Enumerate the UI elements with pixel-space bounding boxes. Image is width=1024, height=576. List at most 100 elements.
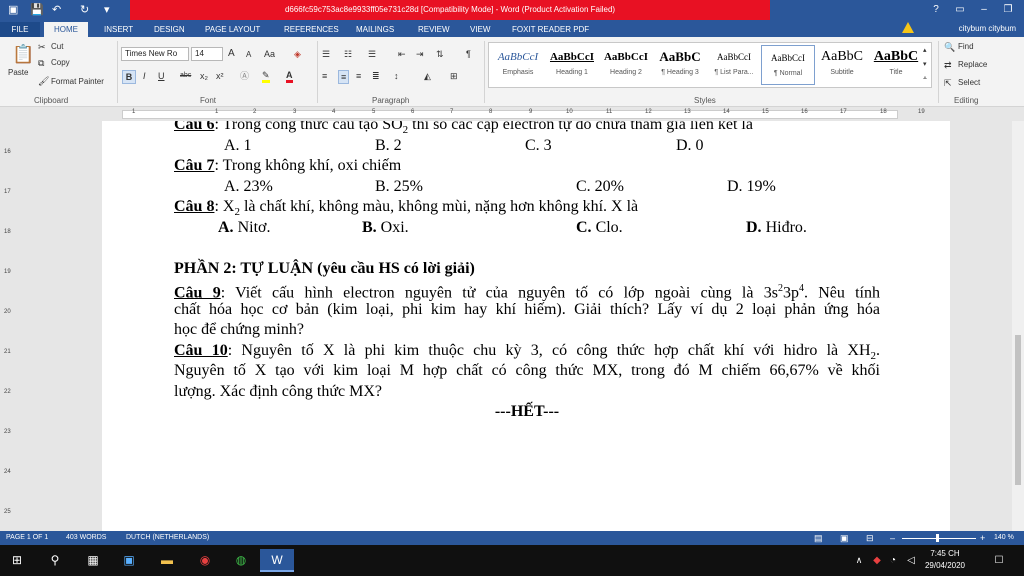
replace-icon[interactable]: ⇄ xyxy=(944,59,952,71)
tab-page-layout[interactable]: PAGE LAYOUT xyxy=(205,22,260,37)
page-count[interactable]: PAGE 1 OF 1 xyxy=(6,531,48,545)
bullets-icon[interactable]: ☰ xyxy=(322,48,330,60)
line-spacing-icon[interactable]: ↕ xyxy=(394,70,399,82)
style-normal[interactable]: AaBbCcI ¶ Normal xyxy=(761,45,815,85)
show-formatting-marks-icon[interactable]: ¶ xyxy=(466,48,471,60)
tab-references[interactable]: REFERENCES xyxy=(284,22,339,37)
bold-button[interactable]: B xyxy=(122,70,136,84)
justify-icon[interactable]: ≣ xyxy=(372,70,380,82)
multilevel-list-icon[interactable]: ☰ xyxy=(368,48,376,60)
subscript-button[interactable]: x₂ xyxy=(200,70,208,82)
align-center-icon[interactable]: ≡ xyxy=(338,70,350,84)
tab-review[interactable]: REVIEW xyxy=(418,22,450,37)
document-body[interactable]: Câu 6: Trong công thức cấu tạo SO2 thì s… xyxy=(174,121,880,423)
text-effects-icon[interactable]: Ⓐ xyxy=(240,70,249,82)
minimize-button[interactable]: – xyxy=(972,0,996,20)
tab-mailings[interactable]: MAILINGS xyxy=(356,22,394,37)
paste-button[interactable]: Paste xyxy=(8,67,28,79)
copy-icon[interactable]: ⧉ xyxy=(38,57,44,69)
read-mode-icon[interactable]: ▤ xyxy=(814,531,823,545)
notifications-icon[interactable]: ☐ xyxy=(982,549,1016,572)
clear-formatting-icon[interactable]: ◈ xyxy=(294,48,301,60)
store-icon[interactable]: ▦ xyxy=(76,549,110,572)
file-explorer-icon[interactable]: ▬ xyxy=(150,549,184,572)
styles-scroll-up-icon[interactable]: ▴ xyxy=(923,45,927,57)
cut-icon[interactable]: ✂ xyxy=(38,41,46,53)
tab-foxit-reader-pdf[interactable]: FOXIT READER PDF xyxy=(512,22,589,37)
web-layout-icon[interactable]: ⊟ xyxy=(866,531,874,545)
format-painter-icon[interactable]: 🖌 xyxy=(38,75,49,87)
font-name-box[interactable]: Times New Ro xyxy=(121,47,189,61)
style-list-paragraph[interactable]: AaBbCcI ¶ List Para... xyxy=(707,45,761,85)
game-app-icon[interactable]: ◉ xyxy=(188,549,222,572)
language-indicator[interactable]: DUTCH (NETHERLANDS) xyxy=(126,531,209,545)
font-color-icon[interactable]: A xyxy=(286,70,293,83)
dev-app-icon[interactable]: ▣ xyxy=(112,549,146,572)
format-painter-button[interactable]: Format Painter xyxy=(51,76,104,88)
word-taskbar-icon[interactable]: W xyxy=(260,549,294,572)
styles-more-icon[interactable]: ⩡ xyxy=(923,73,927,85)
style-title[interactable]: AaBbC Title xyxy=(869,45,923,85)
change-case-button[interactable]: Aa xyxy=(264,48,275,60)
tab-insert[interactable]: INSERT xyxy=(104,22,133,37)
shrink-font-button[interactable]: A xyxy=(246,49,251,61)
cut-button[interactable]: Cut xyxy=(51,41,63,53)
scrollbar-thumb[interactable] xyxy=(1015,335,1021,485)
restore-button[interactable]: ❐ xyxy=(996,0,1020,20)
zoom-out-icon[interactable]: – xyxy=(890,531,895,545)
horizontal-ruler[interactable]: 1 1 2 3 4 5 6 7 8 9 10 11 12 13 14 15 16… xyxy=(0,107,1024,121)
word-count[interactable]: 403 WORDS xyxy=(66,531,106,545)
paste-icon[interactable]: 📋 xyxy=(12,43,34,65)
tab-view[interactable]: VIEW xyxy=(470,22,490,37)
align-left-icon[interactable]: ≡ xyxy=(322,70,327,82)
search-icon[interactable]: ⚲ xyxy=(38,549,72,572)
sort-icon[interactable]: ⇅ xyxy=(436,48,444,60)
browser-icon[interactable]: ◍ xyxy=(224,549,258,572)
select-icon[interactable]: ⇱ xyxy=(944,77,952,89)
find-icon[interactable]: 🔍 xyxy=(944,41,955,53)
style-heading-2[interactable]: AaBbCcI Heading 2 xyxy=(599,45,653,85)
select-button[interactable]: Select xyxy=(958,77,980,89)
zoom-level[interactable]: 140 % xyxy=(994,531,1014,545)
strikethrough-button[interactable]: abc xyxy=(180,70,191,82)
styles-scroll-down-icon[interactable]: ▾ xyxy=(923,59,927,71)
shading-icon[interactable]: ◭ xyxy=(424,70,431,82)
align-right-icon[interactable]: ≡ xyxy=(356,70,361,82)
tab-design[interactable]: DESIGN xyxy=(154,22,185,37)
style-emphasis[interactable]: AaBbCcI Emphasis xyxy=(491,45,545,85)
grow-font-button[interactable]: A xyxy=(228,48,235,60)
numbering-icon[interactable]: ☷ xyxy=(344,48,352,60)
zoom-slider[interactable] xyxy=(902,538,976,539)
undo-icon[interactable]: ↶ xyxy=(52,2,61,18)
windows-start-icon[interactable]: ⊞ xyxy=(0,549,34,572)
ribbon-display-options-icon[interactable]: ▭ xyxy=(948,0,972,20)
style-heading-3[interactable]: AaBbC ¶ Heading 3 xyxy=(653,45,707,85)
highlight-icon[interactable]: ✎ xyxy=(262,70,270,83)
save-icon[interactable]: 💾 xyxy=(30,2,44,18)
increase-indent-icon[interactable]: ⇥ xyxy=(416,48,424,60)
superscript-button[interactable]: x² xyxy=(216,70,224,82)
user-account[interactable]: citybum citybum xyxy=(959,21,1016,36)
document-page[interactable]: Câu 6: Trong công thức cấu tạo SO2 thì s… xyxy=(102,121,950,531)
zoom-slider-handle[interactable] xyxy=(936,534,939,542)
font-size-box[interactable]: 14 xyxy=(191,47,223,61)
copy-button[interactable]: Copy xyxy=(51,57,70,69)
redo-icon[interactable]: ↻ xyxy=(80,2,89,18)
zoom-in-icon[interactable]: + xyxy=(980,531,985,545)
borders-icon[interactable]: ⊞ xyxy=(450,70,458,82)
replace-button[interactable]: Replace xyxy=(958,59,987,71)
vertical-scrollbar[interactable] xyxy=(1012,121,1024,531)
underline-button[interactable]: U xyxy=(158,70,165,82)
vertical-ruler[interactable]: 16 17 18 19 20 21 22 23 24 25 xyxy=(0,121,14,531)
style-heading-1[interactable]: AaBbCcI Heading 1 xyxy=(545,45,599,85)
tab-file[interactable]: FILE xyxy=(0,22,40,37)
tab-home[interactable]: HOME xyxy=(44,22,88,37)
help-button[interactable]: ? xyxy=(924,0,948,20)
italic-button[interactable]: I xyxy=(143,70,146,82)
decrease-indent-icon[interactable]: ⇤ xyxy=(398,48,406,60)
style-subtitle[interactable]: AaBbC Subtitle xyxy=(815,45,869,85)
clock[interactable]: 7:45 CH 29/04/2020 xyxy=(920,548,970,572)
find-button[interactable]: Find xyxy=(958,41,974,53)
customize-qat-icon[interactable]: ▾ xyxy=(104,2,110,18)
print-layout-icon[interactable]: ▣ xyxy=(840,531,849,545)
